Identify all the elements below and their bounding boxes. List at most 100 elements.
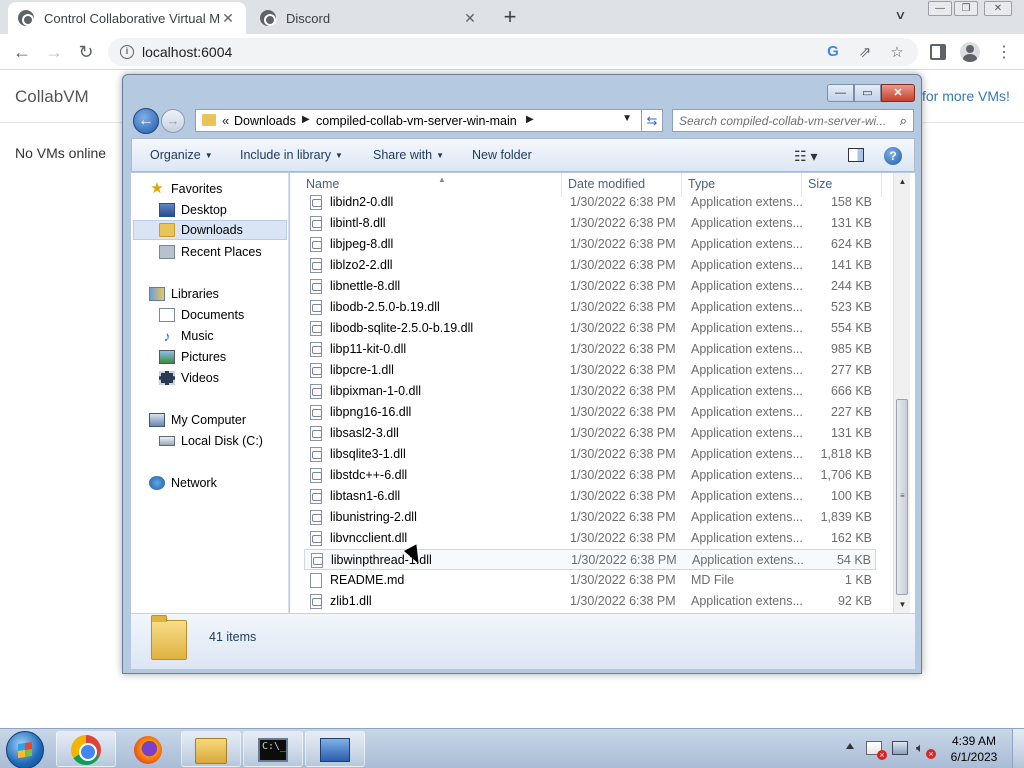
- tab-discord[interactable]: Discord ✕: [250, 2, 488, 34]
- organize-button[interactable]: Organize ▼: [150, 148, 213, 162]
- show-hidden-icons-arrow-icon[interactable]: [846, 743, 854, 749]
- search-placeholder: Search compiled-collab-vm-server-wi...: [679, 114, 887, 128]
- share-with-button[interactable]: Share with ▼: [373, 148, 444, 162]
- file-name: libtasn1-6.dll: [330, 489, 401, 503]
- nav-documents[interactable]: Documents: [159, 305, 244, 325]
- include-in-library-button[interactable]: Include in library ▼: [240, 148, 343, 162]
- file-name: README.md: [330, 573, 405, 587]
- explorer-maximize-button[interactable]: ▭: [854, 84, 881, 102]
- file-row[interactable]: libpixman-1-0.dll 1/30/2022 6:38 PM Applic…: [304, 381, 876, 402]
- scroll-up-arrow-icon[interactable]: ▲: [894, 173, 911, 190]
- file-row[interactable]: libpcre-1.dll 1/30/2022 6:38 PM Applicatio…: [304, 360, 876, 381]
- taskbar-chrome-button[interactable]: [56, 731, 116, 767]
- nav-downloads[interactable]: Downloads: [133, 220, 287, 240]
- scrollbar-thumb[interactable]: ≡: [896, 399, 908, 595]
- file-row[interactable]: libjpeg-8.dll 1/30/2022 6:38 PM Applicatio…: [304, 234, 876, 255]
- action-center-flag-icon[interactable]: [866, 741, 887, 760]
- breadcrumb-current-folder[interactable]: compiled-collab-vm-server-win-main: [316, 114, 517, 128]
- taskbar-explorer-button[interactable]: [181, 731, 241, 767]
- help-icon[interactable]: ?: [884, 147, 902, 165]
- show-desktop-button[interactable]: [1012, 729, 1024, 768]
- nav-pictures[interactable]: Pictures: [159, 347, 226, 367]
- profile-avatar-icon[interactable]: [960, 42, 980, 62]
- file-name: libodb-2.5.0-b.19.dll: [330, 300, 440, 314]
- new-folder-button[interactable]: New folder: [472, 148, 532, 162]
- file-row-hovered[interactable]: libwinpthread-1.dll 1/30/2022 6:38 PM Appl…: [304, 549, 876, 570]
- search-icon[interactable]: ⌕: [900, 113, 907, 129]
- nav-local-disk[interactable]: Local Disk (C:): [159, 431, 263, 451]
- file-row[interactable]: libodb-sqlite-2.5.0-b.19.dll 1/30/2022 6:…: [304, 318, 876, 339]
- explorer-address-bar[interactable]: « Downloads ▶ compiled-collab-vm-server-…: [195, 109, 659, 132]
- file-row[interactable]: README.md 1/30/2022 6:38 PM MD File 1 KB: [304, 570, 876, 591]
- nav-my-computer[interactable]: My Computer: [149, 410, 246, 430]
- file-row[interactable]: libsqlite3-1.dll 1/30/2022 6:38 PM Applica…: [304, 444, 876, 465]
- bookmark-star-icon[interactable]: ☆: [888, 43, 906, 61]
- file-row[interactable]: libunistring-2.dll 1/30/2022 6:38 PM Appli…: [304, 507, 876, 528]
- start-button[interactable]: [6, 731, 44, 768]
- close-tab-icon[interactable]: ✕: [220, 10, 236, 27]
- nav-recent-places[interactable]: Recent Places: [159, 242, 262, 262]
- nav-music[interactable]: ♪ Music: [159, 326, 214, 346]
- breadcrumb-overflow[interactable]: «: [222, 113, 229, 128]
- window-minimize-button[interactable]: —: [928, 1, 952, 16]
- explorer-close-button[interactable]: ✕: [881, 84, 915, 102]
- back-arrow-icon[interactable]: ←: [10, 40, 34, 64]
- nav-favorites[interactable]: ★ Favorites: [149, 179, 222, 199]
- file-row[interactable]: liblzo2-2.dll 1/30/2022 6:38 PM Applicatio…: [304, 255, 876, 276]
- breadcrumb-downloads[interactable]: Downloads: [234, 114, 296, 128]
- file-row[interactable]: zlib1.dll 1/30/2022 6:38 PM Application ex…: [304, 591, 876, 612]
- reload-icon[interactable]: ↻: [74, 40, 98, 64]
- window-maximize-button[interactable]: ❐: [954, 1, 978, 16]
- file-name: libintl-8.dll: [330, 216, 386, 230]
- file-row[interactable]: libp11-kit-0.dll 1/30/2022 6:38 PM Applica…: [304, 339, 876, 360]
- taskbar-remote-desktop-button[interactable]: [305, 731, 365, 767]
- change-view-icon[interactable]: ☷ ▾: [794, 148, 817, 165]
- site-info-icon[interactable]: i: [120, 45, 134, 59]
- nav-libraries[interactable]: Libraries: [149, 284, 219, 304]
- share-icon[interactable]: ⇗: [856, 43, 874, 61]
- file-row[interactable]: libidn2-0.dll 1/30/2022 6:38 PM Applicatio…: [304, 192, 876, 213]
- forward-arrow-icon[interactable]: →: [42, 40, 66, 64]
- file-list-scrollbar[interactable]: ▲ ≡ ▼: [893, 173, 910, 613]
- breadcrumb-chevron-icon[interactable]: ▶: [526, 114, 534, 125]
- explorer-minimize-button[interactable]: —: [827, 84, 854, 102]
- explorer-refresh-icon[interactable]: ⇆: [641, 109, 663, 132]
- tab-search-chevron-icon[interactable]: ∨: [894, 8, 906, 22]
- file-row[interactable]: libstdc++-6.dll 1/30/2022 6:38 PM Applicat…: [304, 465, 876, 486]
- volume-muted-icon[interactable]: 🔈︎: [916, 741, 936, 759]
- nav-desktop[interactable]: Desktop: [159, 200, 227, 220]
- explorer-back-arrow-icon[interactable]: ←: [133, 108, 159, 134]
- close-tab-icon[interactable]: ✕: [462, 10, 478, 27]
- file-row[interactable]: libsasl2-3.dll 1/30/2022 6:38 PM Applicati…: [304, 423, 876, 444]
- google-icon[interactable]: G: [824, 43, 842, 60]
- taskbar-cmd-button[interactable]: C:\_: [243, 731, 303, 767]
- address-dropdown-icon[interactable]: ▼: [622, 113, 632, 124]
- taskbar-clock[interactable]: 4:39 AM 6/1/2023: [944, 733, 1004, 765]
- file-row[interactable]: libintl-8.dll 1/30/2022 6:38 PM Applicatio…: [304, 213, 876, 234]
- explorer-forward-arrow-icon[interactable]: →: [161, 109, 185, 133]
- file-row[interactable]: libtasn1-6.dll 1/30/2022 6:38 PM Applicati…: [304, 486, 876, 507]
- address-bar[interactable]: i localhost:6004 G ⇗ ☆: [108, 38, 918, 66]
- tab-collabvm[interactable]: Control Collaborative Virtual Ma ✕: [8, 2, 246, 34]
- kebab-menu-icon[interactable]: ⋮: [996, 42, 1012, 62]
- window-close-button[interactable]: ✕: [984, 1, 1012, 16]
- file-row[interactable]: libvncclient.dll 1/30/2022 6:38 PM Applica…: [304, 528, 876, 549]
- site-brand[interactable]: CollabVM: [15, 87, 89, 107]
- preview-pane-icon[interactable]: [848, 148, 864, 162]
- new-tab-button[interactable]: +: [498, 4, 522, 30]
- network-tray-icon[interactable]: [892, 741, 908, 755]
- breadcrumb-chevron-icon[interactable]: ▶: [302, 114, 310, 125]
- file-date: 1/30/2022 6:38 PM: [570, 489, 676, 503]
- taskbar-firefox-button[interactable]: [118, 731, 178, 767]
- nav-videos[interactable]: Videos: [159, 368, 219, 388]
- more-vms-link[interactable]: for more VMs!: [922, 88, 1010, 104]
- file-row[interactable]: libnettle-8.dll 1/30/2022 6:38 PM Applicat…: [304, 276, 876, 297]
- file-row[interactable]: libodb-2.5.0-b.19.dll 1/30/2022 6:38 PM Ap…: [304, 297, 876, 318]
- nav-network[interactable]: Network: [149, 473, 217, 493]
- file-row[interactable]: libpng16-16.dll 1/30/2022 6:38 PM Applicat…: [304, 402, 876, 423]
- scroll-down-arrow-icon[interactable]: ▼: [894, 596, 911, 613]
- side-panel-icon[interactable]: [930, 44, 946, 60]
- file-name: libpng16-16.dll: [330, 405, 412, 419]
- dll-icon: [310, 531, 322, 546]
- explorer-search-input[interactable]: Search compiled-collab-vm-server-wi... ⌕: [672, 109, 914, 132]
